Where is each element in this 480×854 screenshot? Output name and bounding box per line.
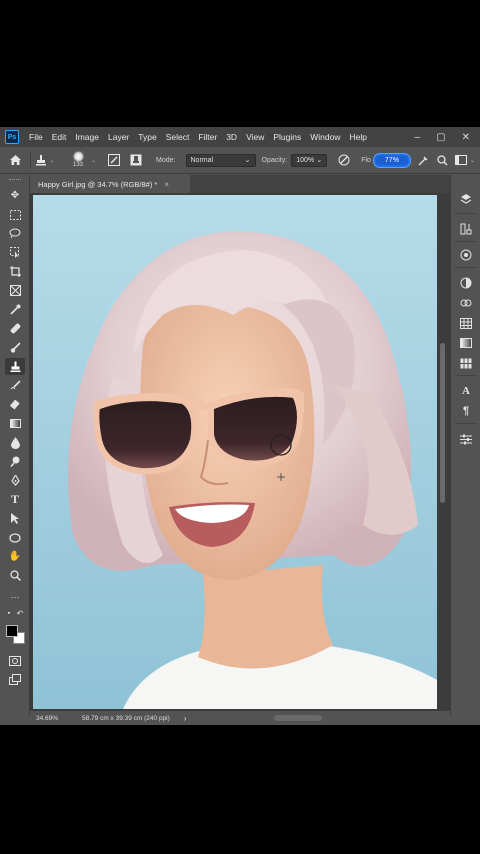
chevron-down-icon: ⌄ xyxy=(244,157,251,164)
foreground-color-swatch[interactable] xyxy=(6,625,18,637)
flow-label: Flo xyxy=(361,156,371,164)
healing-brush-tool-icon[interactable] xyxy=(5,320,25,337)
eyedropper-tool-icon[interactable] xyxy=(5,301,25,318)
object-selection-tool-icon[interactable] xyxy=(5,244,25,261)
type-tool-icon[interactable]: T xyxy=(5,491,25,508)
clone-stamp-icon xyxy=(36,155,47,166)
menu-bar: Ps File Edit Image Layer Type Select Fil… xyxy=(0,127,480,147)
gradient-tool-icon[interactable] xyxy=(5,415,25,432)
flow-input[interactable]: 77% xyxy=(373,153,410,167)
opacity-input[interactable]: 100% ⌄ xyxy=(291,153,328,167)
home-icon[interactable] xyxy=(0,154,30,166)
swap-colors-icon[interactable]: ↶ xyxy=(14,605,26,622)
color-panel-icon[interactable] xyxy=(457,275,475,291)
chevron-down-icon: ⌄ xyxy=(316,157,323,164)
toolbar-grip[interactable] xyxy=(9,179,21,181)
chevron-down-icon[interactable]: ⌄ xyxy=(470,157,475,164)
menu-select[interactable]: Select xyxy=(166,132,190,142)
clone-source-panel-icon[interactable] xyxy=(457,247,475,263)
clone-stamp-tool-icon[interactable] xyxy=(5,358,25,375)
clone-stamp-tool-preset[interactable]: ⌄ xyxy=(31,154,59,166)
character-panel-icon[interactable]: A xyxy=(457,383,475,399)
menu-help[interactable]: Help xyxy=(349,132,366,142)
pen-pressure-opacity-icon[interactable] xyxy=(333,154,355,166)
mode-label: Mode: xyxy=(156,156,176,164)
mode-select[interactable]: Normal ⌄ xyxy=(185,153,256,167)
swatches-panel-icon[interactable] xyxy=(457,295,475,311)
status-menu-arrow[interactable]: › xyxy=(184,714,187,723)
menu-image[interactable]: Image xyxy=(75,132,99,142)
document-title: Happy Girl.jpg @ 34.7% (RGB/8#) * xyxy=(38,179,158,189)
chevron-down-icon: ⌄ xyxy=(49,157,55,164)
gradients-panel-icon[interactable] xyxy=(457,335,475,351)
workspace-icon[interactable] xyxy=(452,155,470,165)
path-selection-tool-icon[interactable] xyxy=(5,510,25,527)
tools-panel: ✥ T ✋ ··· ▪ ↶ xyxy=(0,175,30,715)
photoshop-window: Ps File Edit Image Layer Type Select Fil… xyxy=(0,127,480,725)
crop-tool-icon[interactable] xyxy=(5,263,25,280)
opacity-value: 100% xyxy=(296,156,315,164)
search-icon[interactable] xyxy=(434,154,452,166)
menu-type[interactable]: Type xyxy=(138,132,156,142)
frame-tool-icon[interactable] xyxy=(5,282,25,299)
quick-mask-icon[interactable] xyxy=(5,652,25,669)
horizontal-scrollbar[interactable] xyxy=(274,715,322,721)
pen-tool-icon[interactable] xyxy=(5,472,25,489)
document-tab-bar: Happy Girl.jpg @ 34.7% (RGB/8#) * × xyxy=(30,175,450,193)
opacity-label: Opacity: xyxy=(261,156,288,164)
move-tool-icon[interactable]: ✥ xyxy=(5,187,25,204)
close-window-button[interactable]: ✕ xyxy=(462,132,470,143)
brush-preset-picker[interactable]: 133 xyxy=(67,149,89,171)
document-canvas[interactable] xyxy=(33,195,437,709)
options-bar: ⌄ 133 ⌄ Mode: Normal ⌄ Opacity: 100% ⌄ F… xyxy=(0,147,480,174)
menu-plugins[interactable]: Plugins xyxy=(273,132,301,142)
menu-edit[interactable]: Edit xyxy=(52,132,67,142)
paragraph-panel-icon[interactable]: ¶ xyxy=(457,403,475,419)
ellipse-tool-icon[interactable] xyxy=(5,529,25,546)
brush-size-value: 133 xyxy=(72,162,83,168)
maximize-button[interactable]: ▢ xyxy=(436,132,445,143)
lasso-tool-icon[interactable] xyxy=(5,225,25,242)
brush-tip-icon xyxy=(72,151,84,162)
history-brush-tool-icon[interactable] xyxy=(5,377,25,394)
layers-panel-icon[interactable] xyxy=(457,191,475,207)
dodge-tool-icon[interactable] xyxy=(5,453,25,470)
menu-layer[interactable]: Layer xyxy=(108,132,129,142)
menu-filter[interactable]: Filter xyxy=(198,132,217,142)
canvas-area[interactable] xyxy=(30,193,450,711)
status-bar: 34.69% 58.79 cm x 39.39 cm (240 ppi) › xyxy=(30,711,450,725)
document-tab[interactable]: Happy Girl.jpg @ 34.7% (RGB/8#) * × xyxy=(30,175,190,193)
color-swatches[interactable] xyxy=(6,625,28,647)
eraser-tool-icon[interactable] xyxy=(5,396,25,413)
zoom-level[interactable]: 34.69% xyxy=(36,715,82,722)
grid-panel-icon[interactable] xyxy=(457,315,475,331)
menu-3d[interactable]: 3D xyxy=(226,132,237,142)
menu-window[interactable]: Window xyxy=(310,132,340,142)
brush-settings-panel-icon[interactable] xyxy=(457,221,475,237)
marquee-tool-icon[interactable] xyxy=(5,206,25,223)
menu-file[interactable]: File xyxy=(29,132,43,142)
brush-settings-icon[interactable] xyxy=(102,154,126,166)
screen-mode-icon[interactable] xyxy=(5,671,25,688)
edit-toolbar-icon[interactable]: ··· xyxy=(5,588,25,605)
chevron-down-icon[interactable]: ⌄ xyxy=(91,157,96,164)
clone-source-icon[interactable] xyxy=(126,154,146,166)
blur-tool-icon[interactable] xyxy=(5,434,25,451)
document-size: 58.79 cm x 39.39 cm (240 ppi) xyxy=(82,714,170,722)
vertical-scrollbar[interactable] xyxy=(440,343,445,503)
close-tab-button[interactable]: × xyxy=(164,180,169,189)
flow-value: 77% xyxy=(384,156,399,164)
patterns-panel-icon[interactable] xyxy=(457,355,475,371)
brush-tool-icon[interactable] xyxy=(5,339,25,356)
hand-tool-icon[interactable]: ✋ xyxy=(5,548,25,565)
portrait-image xyxy=(33,195,437,709)
photoshop-logo: Ps xyxy=(5,130,19,144)
zoom-tool-icon[interactable] xyxy=(5,567,25,584)
adjustments-panel-icon[interactable] xyxy=(457,431,475,447)
mode-value: Normal xyxy=(190,156,214,164)
airbrush-icon[interactable] xyxy=(414,155,434,166)
menu-view[interactable]: View xyxy=(246,132,264,142)
right-panel-dock: A ¶ xyxy=(450,175,480,715)
minimize-button[interactable]: – xyxy=(415,132,421,143)
